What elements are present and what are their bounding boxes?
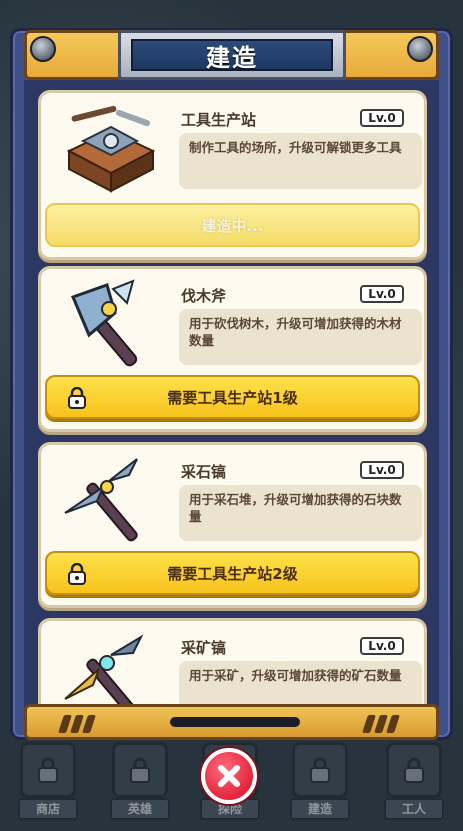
lock-icon	[68, 387, 86, 409]
workshop-icon	[53, 101, 165, 197]
nav-label: 建造	[290, 798, 350, 820]
button-label: 需要工具生产站1级	[167, 388, 298, 407]
card-description: 用于砍伐树木，升级可增加获得的木材数量	[179, 309, 422, 365]
button-label: 建造中...	[201, 216, 264, 235]
level-badge: Lv.0	[360, 109, 404, 127]
mining-pickaxe-icon	[53, 629, 165, 708]
build-card-mining-pickaxe: 采矿镐 Lv.0 用于采矿，升级可增加获得的矿石数量	[38, 618, 427, 708]
panel-footer-bar	[24, 704, 439, 740]
lock-icon	[292, 742, 348, 798]
nav-label: 英雄	[110, 798, 170, 820]
card-title: 工具生产站	[181, 111, 257, 129]
card-title: 采矿镐	[181, 639, 227, 657]
rivet-icon	[407, 36, 433, 62]
card-description: 制作工具的场所，升级可解锁更多工具	[179, 133, 422, 189]
build-card-axe: 伐木斧 Lv.0 用于砍伐树木，升级可增加获得的木材数量 需要工具生产站1级	[38, 266, 427, 432]
rivet-icon	[30, 36, 56, 62]
locked-requirement-button[interactable]: 需要工具生产站2级	[45, 551, 420, 595]
level-badge: Lv.0	[360, 285, 404, 303]
nav-label: 工人	[384, 798, 444, 820]
stripe-decoration	[58, 715, 96, 733]
level-badge: Lv.0	[360, 637, 404, 655]
card-title: 伐木斧	[181, 287, 227, 305]
building-in-progress-button[interactable]: 建造中...	[45, 203, 420, 247]
lock-icon	[386, 742, 442, 798]
card-description: 用于采石堆，升级可增加获得的石块数量	[179, 485, 422, 541]
nav-item-build[interactable]: 建造	[286, 742, 354, 826]
lock-icon	[20, 742, 76, 798]
level-badge: Lv.0	[360, 461, 404, 479]
locked-requirement-button[interactable]: 需要工具生产站1级	[45, 375, 420, 419]
lock-icon	[68, 563, 86, 585]
build-panel-content: 工具生产站 Lv.0 制作工具的场所，升级可解锁更多工具 建造中... 伐木斧 …	[24, 80, 439, 708]
title-plate: 建造	[118, 30, 346, 80]
close-button[interactable]	[201, 748, 257, 804]
stone-pickaxe-icon	[53, 453, 165, 549]
scroll-handle[interactable]	[170, 717, 300, 727]
lock-icon	[112, 742, 168, 798]
build-card-stone-pickaxe: 采石镐 Lv.0 用于采石堆，升级可增加获得的石块数量 需要工具生产站2级	[38, 442, 427, 608]
nav-item-heroes[interactable]: 英雄	[106, 742, 174, 826]
build-card-workshop: 工具生产站 Lv.0 制作工具的场所，升级可解锁更多工具 建造中...	[38, 90, 427, 260]
nav-label: 商店	[18, 798, 78, 820]
axe-icon	[53, 277, 165, 373]
button-label: 需要工具生产站2级	[167, 564, 298, 583]
close-icon	[218, 765, 240, 787]
card-title: 采石镐	[181, 463, 227, 481]
card-description: 用于采矿，升级可增加获得的矿石数量	[179, 661, 422, 708]
stripe-decoration	[362, 715, 400, 733]
nav-item-workers[interactable]: 工人	[380, 742, 448, 826]
nav-item-shop[interactable]: 商店	[14, 742, 82, 826]
panel-title: 建造	[131, 39, 333, 72]
